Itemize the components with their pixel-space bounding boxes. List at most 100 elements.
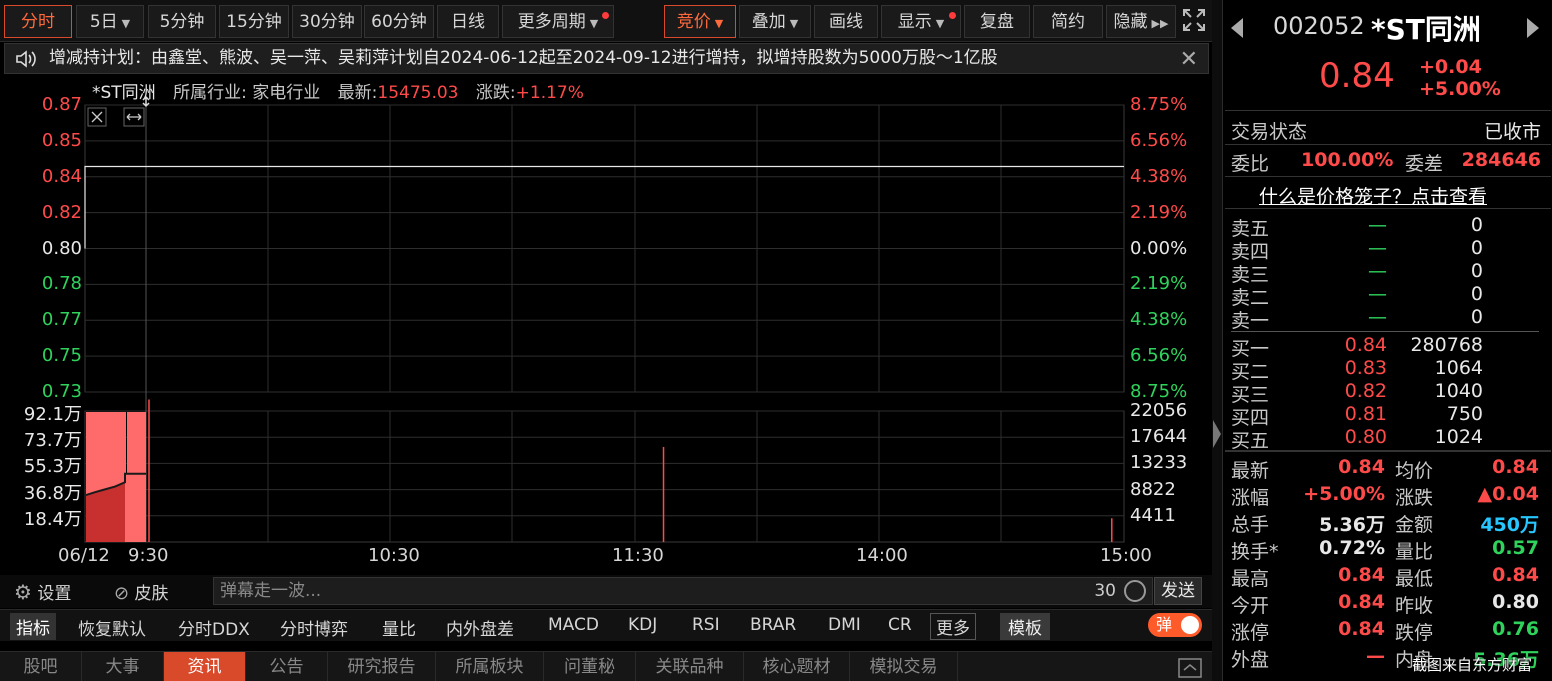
price-cage-link[interactable]: 什么是价格笼子？点击查看 [1259, 182, 1487, 209]
indicator-item[interactable]: DMI [828, 615, 861, 635]
collapse-panel-icon[interactable] [1178, 658, 1202, 678]
announcement-bar[interactable]: 增减持计划：由鑫堂、熊波、吴一萍、吴莉萍计划自2024-06-12起至2024-… [4, 43, 1209, 74]
auction-button-label: 竞价 [676, 12, 711, 32]
stat-label: 最低 [1395, 568, 1434, 590]
price-axis-label: 0.82 [41, 201, 82, 223]
stat-label: 涨跌 [1395, 487, 1434, 509]
indicator-template-button[interactable]: 模板 [1000, 613, 1050, 640]
volume-area-frame [84, 410, 1125, 543]
divider [1225, 208, 1551, 209]
volume-axis-label: 36.8万 [23, 482, 82, 504]
stat-label: 最高 [1231, 568, 1270, 590]
indicator-item[interactable]: MACD [548, 615, 599, 635]
emoji-icon[interactable] [1124, 580, 1146, 602]
overlay-button-label: 叠加 [751, 12, 786, 32]
danmu-toggle[interactable]: 弹 [1148, 613, 1202, 637]
weicha-value: 284646 [1461, 149, 1541, 171]
period-tab-daily[interactable]: 日线 [437, 5, 499, 38]
order-book-level-label: 卖一 [1231, 310, 1270, 332]
tab-themes[interactable]: 核心题材 [744, 652, 850, 681]
display-button[interactable]: 显示 ▼ [881, 5, 961, 38]
weibi-label: 委比 [1231, 153, 1270, 175]
draw-line-button[interactable]: 画线 [814, 5, 878, 38]
tab-simulated-trading[interactable]: 模拟交易 [850, 652, 958, 681]
danmu-input[interactable]: 弹幕走一波... 30 [213, 577, 1153, 605]
tab-ask-secretary[interactable]: 问董秘 [544, 652, 636, 681]
close-icon[interactable]: ✕ [1180, 45, 1198, 73]
stat-value: 450万 [1480, 514, 1539, 536]
stat-label: 外盘 [1231, 649, 1270, 671]
order-book-volume: 0 [1470, 214, 1483, 236]
tab-sectors[interactable]: 所属板块 [436, 652, 544, 681]
indicator-reset[interactable]: 恢复默认 [78, 615, 146, 640]
intraday-chart[interactable]: 0.87 8.75% 0.85 6.56% 0.84 4.38% 0.82 2.19% 0.80… [0, 94, 1212, 572]
tab-announcements[interactable]: 公告 [246, 652, 328, 681]
price-axis-label: 0.84 [41, 165, 82, 187]
order-book-volume: 1064 [1434, 357, 1483, 379]
send-button[interactable]: 发送 [1154, 577, 1202, 605]
tab-guba[interactable]: 股吧 [0, 652, 82, 681]
price-axis-label: 0.73 [41, 381, 82, 402]
indicator-tab[interactable]: 指标 [10, 613, 56, 640]
danmu-char-count: 30 [1094, 581, 1116, 601]
overlay-button[interactable]: 叠加 ▼ [739, 5, 811, 38]
panel-splitter[interactable] [1212, 0, 1222, 681]
indicator-item[interactable]: 分时博弈 [280, 615, 348, 640]
auction-button[interactable]: 竞价 ▼ [664, 5, 736, 38]
indicator-item[interactable]: RSI [692, 615, 720, 635]
indicator-item[interactable]: 分时DDX [178, 615, 250, 640]
period-tab-15min[interactable]: 15分钟 [219, 5, 289, 38]
order-book-volume: 0 [1470, 237, 1483, 259]
tab-events[interactable]: 大事 [82, 652, 164, 681]
period-tab-30min[interactable]: 30分钟 [292, 5, 362, 38]
tab-news[interactable]: 资讯 [164, 652, 246, 681]
order-book-price: 0.84 [1344, 334, 1387, 356]
price-axis-label: 0.85 [41, 129, 82, 151]
indicator-item[interactable]: CR [888, 615, 912, 635]
order-book-price: — [1368, 237, 1387, 259]
time-axis-label: 11:30 [612, 545, 664, 566]
skin-button[interactable]: ⊘ 皮肤 [114, 579, 169, 604]
stat-label: 换手* [1231, 541, 1279, 563]
simple-button[interactable]: 简约 [1033, 5, 1103, 38]
volume-axis-label: 18.4万 [23, 508, 82, 530]
tab-research[interactable]: 研究报告 [328, 652, 436, 681]
next-stock-icon[interactable] [1527, 18, 1539, 38]
order-book-volume: 0 [1470, 306, 1483, 328]
replay-button[interactable]: 复盘 [964, 5, 1030, 38]
trade-status-row: 交易状态 已收市 [1231, 117, 1541, 144]
settings-button[interactable]: ⚙ 设置 [14, 579, 71, 604]
period-tab-more-label: 更多周期 [517, 12, 586, 32]
period-tab-60min[interactable]: 60分钟 [364, 5, 434, 38]
indicator-more-button[interactable]: 更多 [930, 613, 976, 640]
period-tab-intraday[interactable]: 分时 [4, 5, 72, 38]
price-change: +0.04 [1419, 56, 1482, 78]
notification-dot [602, 12, 609, 19]
indicator-item[interactable]: 内外盘差 [446, 615, 514, 640]
tab-related[interactable]: 关联品种 [636, 652, 744, 681]
double-chevron-right-icon: ▶▶ [1151, 17, 1169, 30]
bottom-tab-bar: 股吧 大事 资讯 公告 研究报告 所属板块 问董秘 关联品种 核心题材 模拟交易 [0, 651, 1212, 681]
indicator-item[interactable]: 量比 [382, 615, 416, 640]
pct-axis-label: 0.00% [1130, 237, 1188, 259]
order-book-volume: 0 [1470, 260, 1483, 282]
price-axis-label: 0.77 [41, 309, 82, 331]
order-book-volume: 1024 [1434, 426, 1483, 448]
indicator-bar: 指标 恢复默认 分时DDX 分时博弈 量比 内外盘差 MACD KDJ RSI … [0, 609, 1212, 641]
period-tab-5day[interactable]: 5日 ▼ [76, 5, 144, 38]
intraday-chart-canvas[interactable] [0, 96, 1212, 572]
skin-label: 皮肤 [134, 584, 169, 604]
hide-button[interactable]: 隐藏 ▶▶ [1106, 5, 1176, 38]
period-tab-more[interactable]: 更多周期 ▼ [502, 5, 614, 38]
indicator-item[interactable]: BRAR [750, 615, 796, 635]
period-tab-5min[interactable]: 5分钟 [148, 5, 216, 38]
expand-arrow-icon[interactable] [1213, 420, 1221, 448]
indicator-item[interactable]: KDJ [628, 615, 657, 635]
prev-stock-icon[interactable] [1231, 18, 1243, 38]
vertical-drag-icon [142, 96, 150, 108]
chevron-down-icon: ▼ [789, 17, 799, 30]
pct-axis-label: 8.75% [1130, 381, 1188, 402]
fullscreen-icon[interactable] [1182, 8, 1206, 32]
pct-axis-label: 8.75% [1130, 94, 1188, 115]
stat-value: ▲0.04 [1477, 483, 1540, 505]
